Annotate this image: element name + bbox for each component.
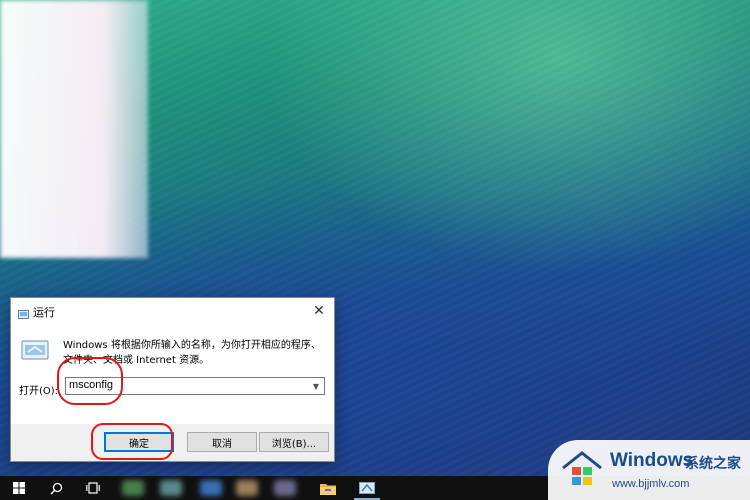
watermark-brand: Windows [610, 450, 694, 471]
chevron-down-icon[interactable]: ▼ [308, 378, 324, 394]
windows-house-logo-icon [560, 450, 604, 494]
input-highlight-annotation [57, 357, 123, 405]
task-view-icon [86, 482, 100, 494]
cancel-button[interactable]: 取消 [187, 432, 257, 452]
browse-button[interactable]: 浏览(B)... [259, 432, 329, 452]
file-explorer-icon [320, 483, 336, 495]
run-title-icon [18, 305, 29, 324]
task-view-button[interactable] [76, 476, 110, 500]
blurred-region [0, 0, 148, 258]
dialog-titlebar[interactable]: 运行 ✕ [11, 298, 334, 324]
search-icon [49, 482, 62, 495]
open-label: 打开(O): [19, 386, 59, 397]
file-explorer-button[interactable] [311, 476, 345, 500]
blurred-taskbar-app[interactable] [160, 480, 182, 496]
run-app-icon [359, 482, 375, 494]
blurred-taskbar-app[interactable] [200, 480, 222, 496]
dialog-title: 运行 [33, 306, 55, 319]
watermark-url: www.bjjmlv.com [612, 478, 690, 490]
windows-start-icon [13, 482, 25, 494]
ok-highlight-annotation [91, 423, 173, 460]
start-button[interactable] [2, 476, 36, 500]
blurred-taskbar-app[interactable] [122, 480, 144, 496]
run-program-icon [21, 340, 51, 366]
blurred-taskbar-app[interactable] [274, 480, 296, 496]
search-button[interactable] [39, 476, 73, 500]
blurred-taskbar-app[interactable] [236, 480, 258, 496]
close-button[interactable]: ✕ [304, 298, 334, 324]
run-taskbar-button[interactable] [350, 476, 384, 500]
close-icon: ✕ [313, 303, 325, 319]
watermark-brand-cn: 系统之家 [685, 456, 741, 472]
site-watermark: Windows 系统之家 www.bjjmlv.com [548, 440, 750, 500]
